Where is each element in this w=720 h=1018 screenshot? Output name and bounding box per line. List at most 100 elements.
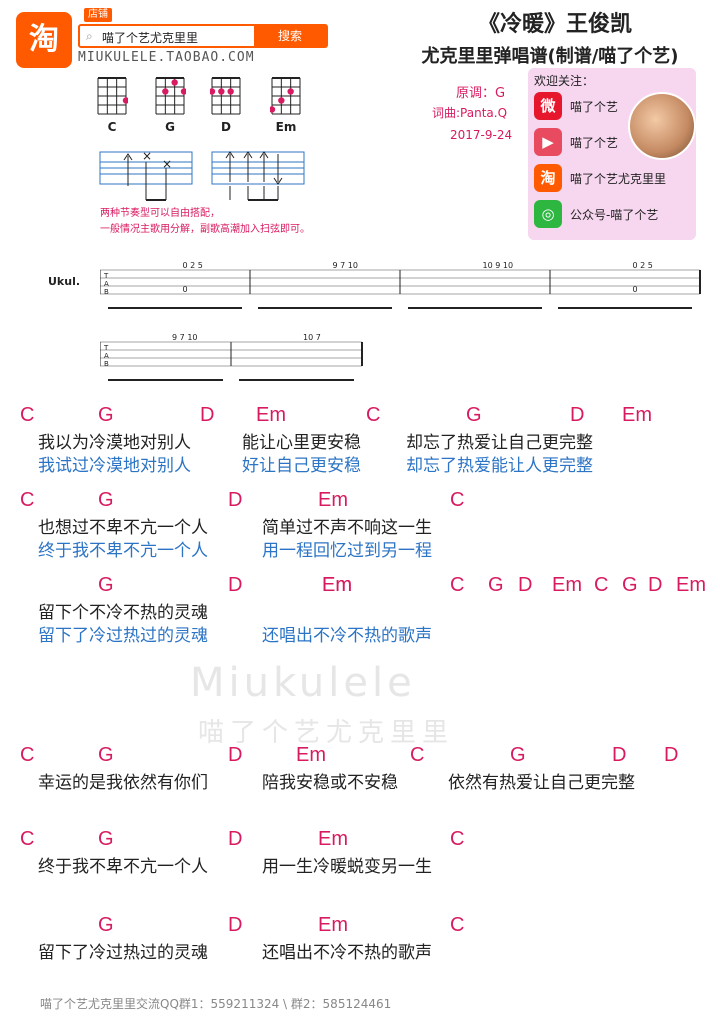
- chord-symbol: G: [98, 574, 114, 596]
- lyric-phrase: 还唱出不冷不热的歌声: [262, 943, 432, 963]
- lyric-phrase: 留下了冷过热过的灵魂: [38, 626, 208, 646]
- strum-patterns: × ×: [99, 149, 305, 201]
- chord-symbol: D: [228, 574, 243, 596]
- chord-symbol: Em: [318, 489, 348, 511]
- chord-diagram-c: [97, 77, 128, 115]
- chord-diagram-label: G: [165, 120, 175, 134]
- chord-symbol: C: [450, 828, 465, 850]
- search-icon: ⌕: [86, 29, 93, 43]
- chord-symbol: G: [98, 828, 114, 850]
- tab-fret-numbers: 0 2 5: [633, 261, 653, 270]
- strum-note: 两种节奏型可以自由搭配， 一般情况主歌用分解，副歌高潮加入扫弦即可。: [100, 206, 310, 238]
- lyric-phrase: 用一程回忆过到另一程: [262, 541, 432, 561]
- chord-symbol: Em: [676, 574, 706, 596]
- chord-diagram-label: Em: [275, 120, 297, 134]
- lyric-phrase: 幸运的是我依然有你们: [38, 773, 208, 793]
- taobao-logo[interactable]: 淘: [16, 12, 72, 68]
- chord-symbol: D: [228, 914, 243, 936]
- strum-pattern-2: [211, 151, 305, 201]
- svg-text:B: B: [104, 288, 109, 296]
- tab-bass-note: 0: [183, 285, 188, 294]
- strum-note-line-2: 一般情况主歌用分解，副歌高潮加入扫弦即可。: [100, 224, 310, 235]
- follow-item[interactable]: ◎ 公众号-喵了个艺: [534, 200, 658, 228]
- chord-symbol: C: [20, 744, 35, 766]
- svg-text:T: T: [103, 344, 109, 352]
- chord-diagram-d: [210, 77, 241, 115]
- chord-symbol: C: [20, 828, 35, 850]
- tab-fret-numbers: 10 7: [303, 333, 321, 342]
- chord-symbol: C: [450, 574, 465, 596]
- chord-symbol: Em: [622, 404, 652, 426]
- svg-text:×: ×: [142, 149, 152, 163]
- lyric-phrase: 终于我不卑不亢一个人: [38, 541, 208, 561]
- lyric-phrase: 也想过不卑不亢一个人: [38, 518, 208, 538]
- follow-item[interactable]: 淘喵了个艺尤克里里: [534, 164, 666, 192]
- chord-symbol: G: [510, 744, 526, 766]
- lyric-phrase: 简单过不声不响这一生: [262, 518, 432, 538]
- tab-row-1: TAB 0 2 5 0 9 7 10 10 9 10 0 2 5 0: [100, 261, 701, 309]
- avatar: [628, 92, 696, 160]
- chord-symbol: D: [648, 574, 663, 596]
- footer-qq-groups: 喵了个艺尤克里里交流QQ群1：559211324 \ 群2：585124461: [40, 997, 392, 1011]
- chord-symbol: Em: [256, 404, 286, 426]
- lyric-phrase: 终于我不卑不亢一个人: [38, 857, 208, 877]
- chord-symbol: D: [570, 404, 585, 426]
- store-tag: 店铺: [84, 8, 112, 22]
- tab-fret-numbers: 9 7 10: [172, 333, 197, 342]
- chord-symbol: G: [98, 914, 114, 936]
- chord-symbol: G: [466, 404, 482, 426]
- chord-symbol: Em: [296, 744, 326, 766]
- follow-item-label: 公众号-喵了个艺: [570, 207, 659, 222]
- chord-symbol: C: [450, 914, 465, 936]
- chord-symbol: Em: [322, 574, 352, 596]
- lyric-phrase: 我试过冷漠地对别人: [38, 456, 191, 476]
- tab-fret-numbers: 0 2 5: [183, 261, 203, 270]
- lyric-phrase: 留下了冷过热过的灵魂: [38, 943, 208, 963]
- follow-item-label: 喵了个艺: [570, 99, 619, 114]
- svg-text:A: A: [104, 280, 109, 288]
- watermark-latin: Miukulele: [190, 660, 416, 706]
- follow-title: 欢迎关注：: [534, 74, 595, 88]
- follow-item-label: 喵了个艺尤克里里: [570, 171, 667, 186]
- tab-staff: TAB0 2 509 7 10 10 9 10 0 2 50 TAB9 7 10 10…: [100, 261, 701, 381]
- song-title: 《冷暖》王俊凯: [477, 12, 632, 37]
- lyric-phrase: 依然有热爱让自己更完整: [448, 773, 635, 793]
- chord-symbol: D: [200, 404, 215, 426]
- chord-symbol: Em: [552, 574, 582, 596]
- sheet-date: 2017-9-24: [450, 128, 513, 142]
- store-url[interactable]: MIUKULELE.TAOBAO.COM: [78, 50, 255, 65]
- lyric-phrase: 陪我安稳或不安稳: [262, 773, 398, 793]
- tab-bass-note: 0: [633, 285, 638, 294]
- lyric-phrase: 还唱出不冷不热的歌声: [262, 626, 432, 646]
- taobao-icon: 淘: [534, 164, 562, 192]
- follow-item[interactable]: ▶ 喵了个艺: [534, 128, 618, 156]
- tab-row-2: TAB 9 7 10 10 7: [100, 333, 363, 381]
- chord-symbol: C: [20, 489, 35, 511]
- lyric-phrase: 却忘了热爱能让人更完整: [406, 456, 593, 476]
- svg-text:×: ×: [162, 157, 172, 171]
- original-key: 原调：G: [456, 86, 506, 101]
- svg-text:T: T: [103, 272, 109, 280]
- follow-item[interactable]: 微喵了个艺: [534, 92, 618, 120]
- lyric-phrase: 却忘了热爱让自己更完整: [406, 433, 593, 453]
- tab-fret-numbers: 10 9 10: [483, 261, 514, 270]
- chord-symbol: C: [20, 404, 35, 426]
- search-button[interactable]: 搜索: [254, 26, 326, 46]
- lyric-phrase: 好让自己更安稳: [242, 456, 361, 476]
- lyric-credit: 词曲:Panta.Q: [432, 106, 508, 120]
- strum-pattern-1: × ×: [99, 149, 193, 201]
- chord-symbol: G: [98, 744, 114, 766]
- chord-diagram-g: [155, 77, 186, 115]
- song-subtitle: 尤克里里弹唱谱(制谱/喵了个艺): [421, 46, 679, 67]
- instrument-label: Ukul.: [48, 275, 81, 288]
- chord-symbol: D: [518, 574, 533, 596]
- video-icon: ▶: [534, 128, 562, 156]
- chord-diagram-em: [270, 77, 301, 115]
- chord-symbol: C: [450, 489, 465, 511]
- store-search-bar[interactable]: ⌕ 喵了个艺尤克里里 搜索: [78, 24, 328, 48]
- chord-symbol: D: [664, 744, 679, 766]
- lyric-phrase: 我以为冷漠地对别人: [38, 433, 191, 453]
- tab-fret-numbers: 9 7 10: [333, 261, 358, 270]
- follow-item-label: 喵了个艺: [570, 135, 619, 150]
- svg-text:B: B: [104, 360, 109, 368]
